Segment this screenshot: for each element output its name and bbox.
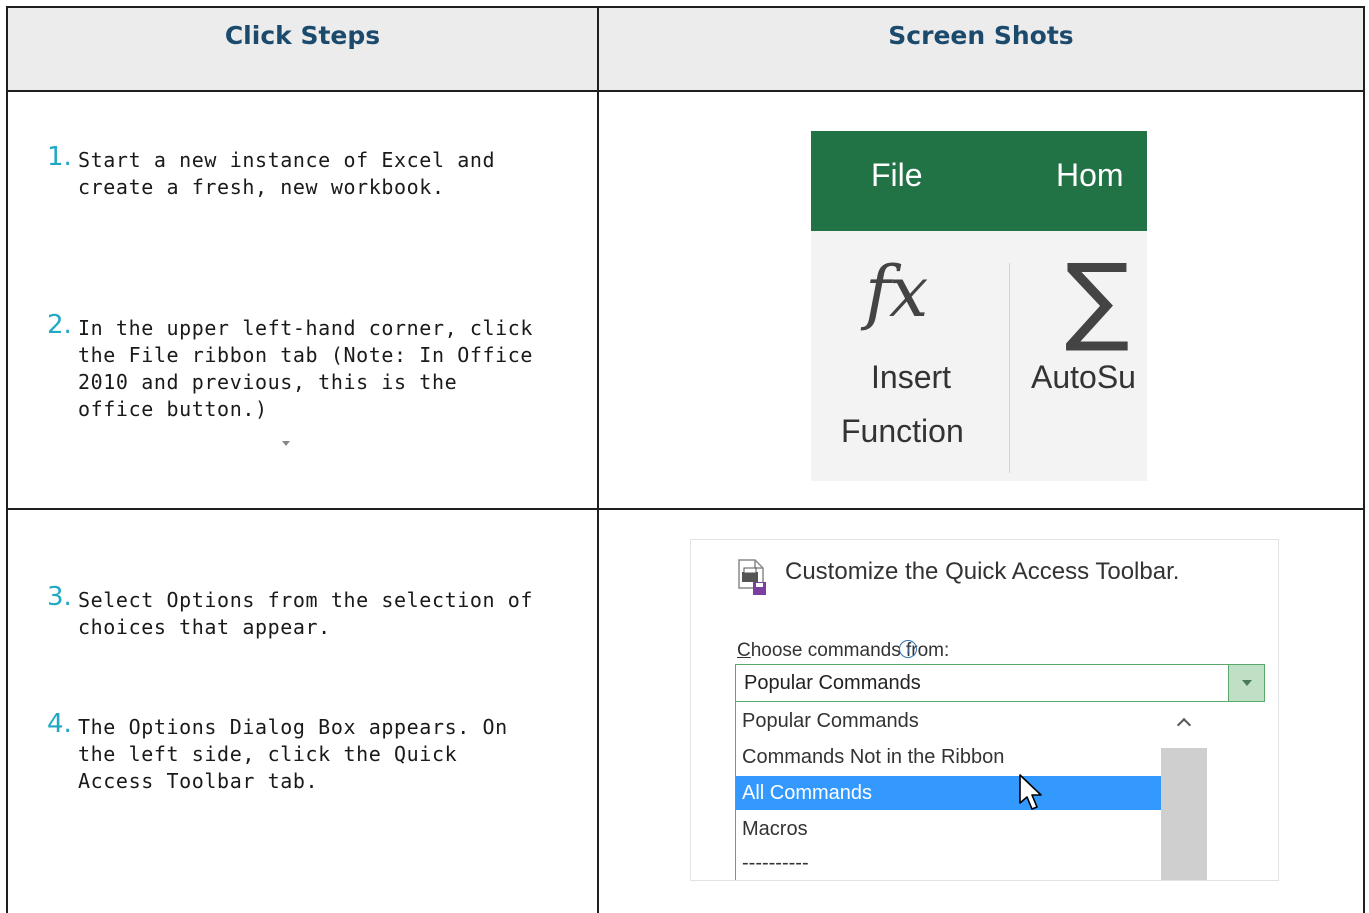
- scroll-up-icon[interactable]: [1161, 702, 1207, 748]
- home-tab[interactable]: Hom: [1056, 157, 1124, 194]
- choose-label-text: hoose commands from:: [750, 640, 950, 661]
- insert-function-label-line2[interactable]: Function: [841, 413, 964, 450]
- step-number: 3.: [47, 582, 72, 612]
- table-border-left: [6, 6, 8, 913]
- step-text: Start a new instance of Excel and create…: [78, 148, 496, 199]
- column-header-screen-shots: Screen Shots: [888, 21, 1074, 50]
- insert-function-icon[interactable]: fx: [865, 251, 928, 333]
- list-item[interactable]: Macros: [736, 812, 1198, 846]
- step-4: 4. The Options Dialog Box appears. On th…: [47, 709, 598, 795]
- file-tab[interactable]: File: [871, 157, 923, 194]
- list-item[interactable]: ----------: [736, 846, 1198, 880]
- step-text: In the upper left-hand corner, click the…: [78, 316, 534, 421]
- qat-section-title: Customize the Quick Access Toolbar.: [785, 558, 1180, 585]
- choose-commands-label: Choose commands from:: [737, 640, 949, 662]
- quick-access-toolbar-icon: [738, 559, 766, 595]
- column-header-click-steps: Click Steps: [224, 21, 381, 50]
- ribbon-screenshot: File Hom fx Insert Function ∑ AutoSu: [811, 131, 1147, 481]
- ribbon-separator: [1009, 263, 1010, 473]
- info-icon[interactable]: i: [899, 640, 917, 658]
- options-screenshot: Customize the Quick Access Toolbar. Choo…: [690, 539, 1279, 881]
- autosum-label[interactable]: AutoSu: [1031, 359, 1136, 396]
- list-item-selected[interactable]: All Commands: [736, 776, 1198, 810]
- step-number: 4.: [47, 709, 72, 739]
- step-3: 3. Select Options from the selection of …: [47, 582, 598, 641]
- autosum-icon[interactable]: ∑: [1065, 243, 1130, 355]
- choose-commands-select[interactable]: Popular Commands: [735, 664, 1265, 702]
- table-border-top: [6, 6, 1365, 8]
- choose-label-accelerator: C: [737, 640, 751, 661]
- chevron-down-icon[interactable]: [1228, 665, 1264, 701]
- list-item[interactable]: Popular Commands: [736, 704, 1198, 738]
- step-text: Select Options from the selection of cho…: [78, 588, 534, 639]
- step-2: 2. In the upper left-hand corner, click …: [47, 310, 598, 423]
- table-border-row: [6, 508, 1365, 510]
- step-number: 1.: [47, 142, 72, 172]
- autosum-dropdown-icon[interactable]: [282, 441, 290, 446]
- step-1: 1. Start a new instance of Excel and cre…: [47, 142, 598, 201]
- list-item[interactable]: Commands Not in the Ribbon: [736, 740, 1198, 774]
- table-border-header: [6, 90, 1365, 92]
- mouse-cursor-icon: [1019, 774, 1042, 810]
- insert-function-label-line1[interactable]: Insert: [871, 359, 951, 396]
- step-text: The Options Dialog Box appears. On the l…: [78, 715, 508, 793]
- table-border-right: [1363, 6, 1365, 913]
- ribbon-tab-bar: File Hom: [811, 131, 1147, 231]
- step-number: 2.: [47, 310, 72, 340]
- select-value: Popular Commands: [744, 672, 921, 694]
